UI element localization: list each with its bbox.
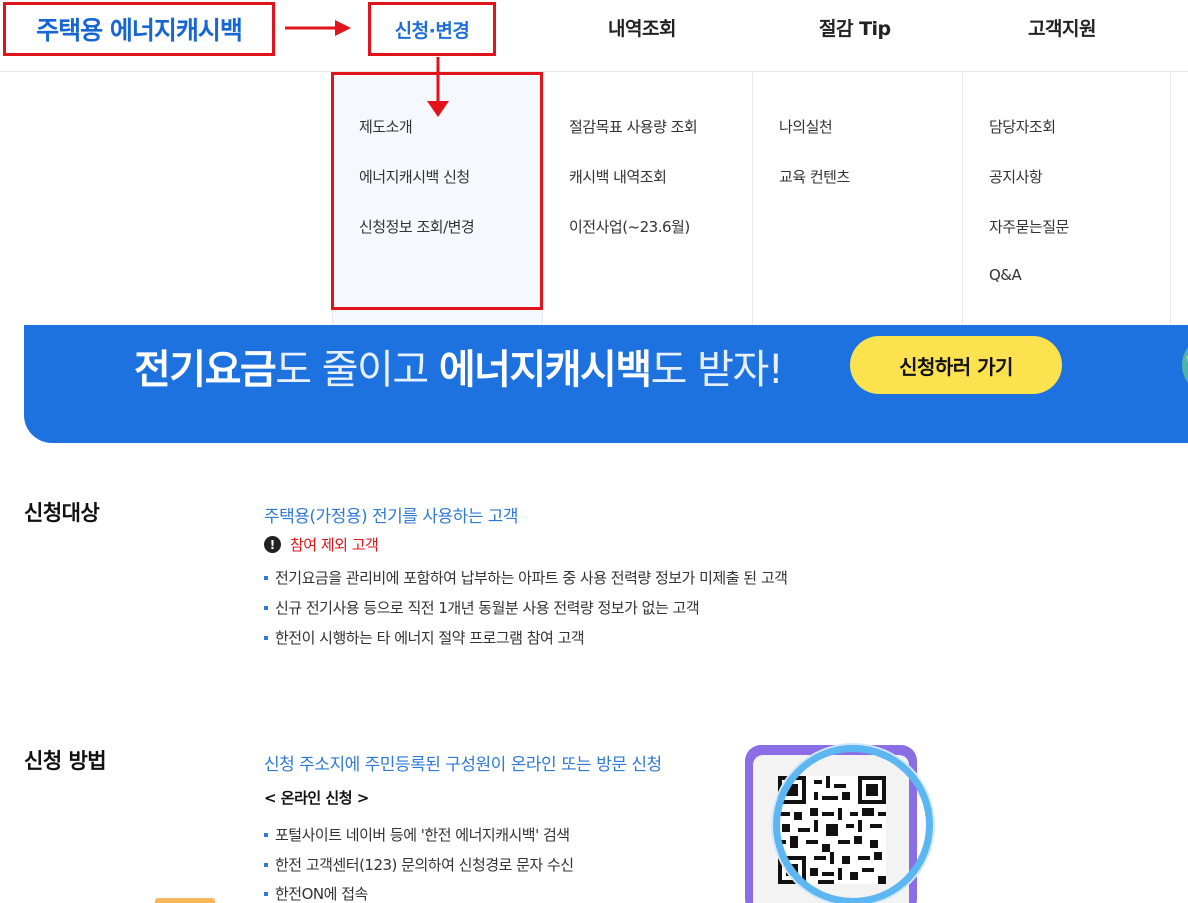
menu-item-faq[interactable]: 자주묻는질문 xyxy=(989,216,1069,237)
menu-item-target-usage[interactable]: 절감목표 사용량 조회 xyxy=(569,116,698,137)
menu-item-education[interactable]: 교육 컨텐츠 xyxy=(779,166,850,187)
promo-banner: 전기요금도 줄이고 에너지캐시백도 받자! 신청하러 가기 xyxy=(24,325,1188,443)
online-step: 한전ON에 접속 xyxy=(264,883,368,903)
menu-item-previous-program[interactable]: 이전사업(~23.6월) xyxy=(569,216,690,237)
menu-item-cashback-history[interactable]: 캐시백 내역조회 xyxy=(569,166,667,187)
target-lead: 주택용(가정용) 전기를 사용하는 고객 xyxy=(264,507,519,527)
online-step: 한전 고객센터(123) 문의하여 신청경로 문자 수신 xyxy=(264,854,574,875)
menu-item-manager[interactable]: 담당자조회 xyxy=(989,116,1056,137)
method-lead: 신청 주소지에 주민등록된 구성원이 온라인 또는 방문 신청 xyxy=(264,755,662,775)
exclusion-item: 신규 전기사용 등으로 직전 1개년 동월분 사용 전력량 정보가 없는 고객 xyxy=(264,597,700,618)
online-step: 포털사이트 네이버 등에 '한전 에너지캐시백' 검색 xyxy=(264,824,570,845)
banner-bold-2: 에너지캐시백 xyxy=(438,347,652,393)
nav-saving-tip[interactable]: 절감 Tip xyxy=(819,14,891,42)
site-logo[interactable]: 주택용 에너지캐시백 xyxy=(36,11,243,47)
banner-bold-1: 전기요금 xyxy=(134,347,277,393)
mega-col-support: 담당자조회 공지사항 자주묻는질문 Q&A xyxy=(962,72,1171,325)
method-section-title: 신청 방법 xyxy=(24,749,107,773)
banner-headline: 전기요금도 줄이고 에너지캐시백도 받자! xyxy=(134,337,784,395)
online-apply-heading: < 온라인 신청 > xyxy=(264,789,369,807)
top-header: 주택용 에너지캐시백 신청·변경 내역조회 절감 Tip 고객지원 xyxy=(0,0,1188,72)
logo-highlight-frame: 주택용 에너지캐시백 xyxy=(3,2,275,56)
decorative-shape xyxy=(155,898,215,903)
menu-item-qna[interactable]: Q&A xyxy=(989,266,1022,284)
exclusion-item: 한전이 시행하는 타 에너지 절약 프로그램 참여 고객 xyxy=(264,627,585,648)
banner-text-4: 도 받자! xyxy=(650,347,784,393)
mega-menu: 제도소개 에너지캐시백 신청 신청정보 조회/변경 절감목표 사용량 조회 캐시… xyxy=(0,72,1188,325)
exclusion-label: 참여 제외 고객 xyxy=(290,536,379,554)
menu-item-notice[interactable]: 공지사항 xyxy=(989,166,1043,187)
banner-text-2: 도 줄이고 xyxy=(275,347,439,393)
exclusion-heading: ! 참여 제외 고객 xyxy=(264,534,379,555)
arrow-down-icon xyxy=(427,57,449,117)
globe-icon xyxy=(1182,347,1188,383)
qr-magnifier-ring xyxy=(773,745,933,903)
target-section-title: 신청대상 xyxy=(24,501,100,525)
nav-apply-change[interactable]: 신청·변경 xyxy=(395,16,470,43)
exclamation-icon: ! xyxy=(264,536,281,553)
nav-highlight-frame: 신청·변경 xyxy=(368,2,496,56)
arrow-right-icon xyxy=(285,20,351,36)
mega-col-tip: 나의실천 교육 컨텐츠 xyxy=(752,72,962,325)
exclusion-item: 전기요금을 관리비에 포함하여 납부하는 아파트 중 사용 전력량 정보가 미제… xyxy=(264,567,788,588)
menu-item-my-practice[interactable]: 나의실천 xyxy=(779,116,833,137)
mega-col-history: 절감목표 사용량 조회 캐시백 내역조회 이전사업(~23.6월) xyxy=(542,72,752,325)
apply-now-button[interactable]: 신청하러 가기 xyxy=(850,336,1062,394)
nav-support[interactable]: 고객지원 xyxy=(1028,14,1096,42)
nav-history[interactable]: 내역조회 xyxy=(608,14,676,42)
